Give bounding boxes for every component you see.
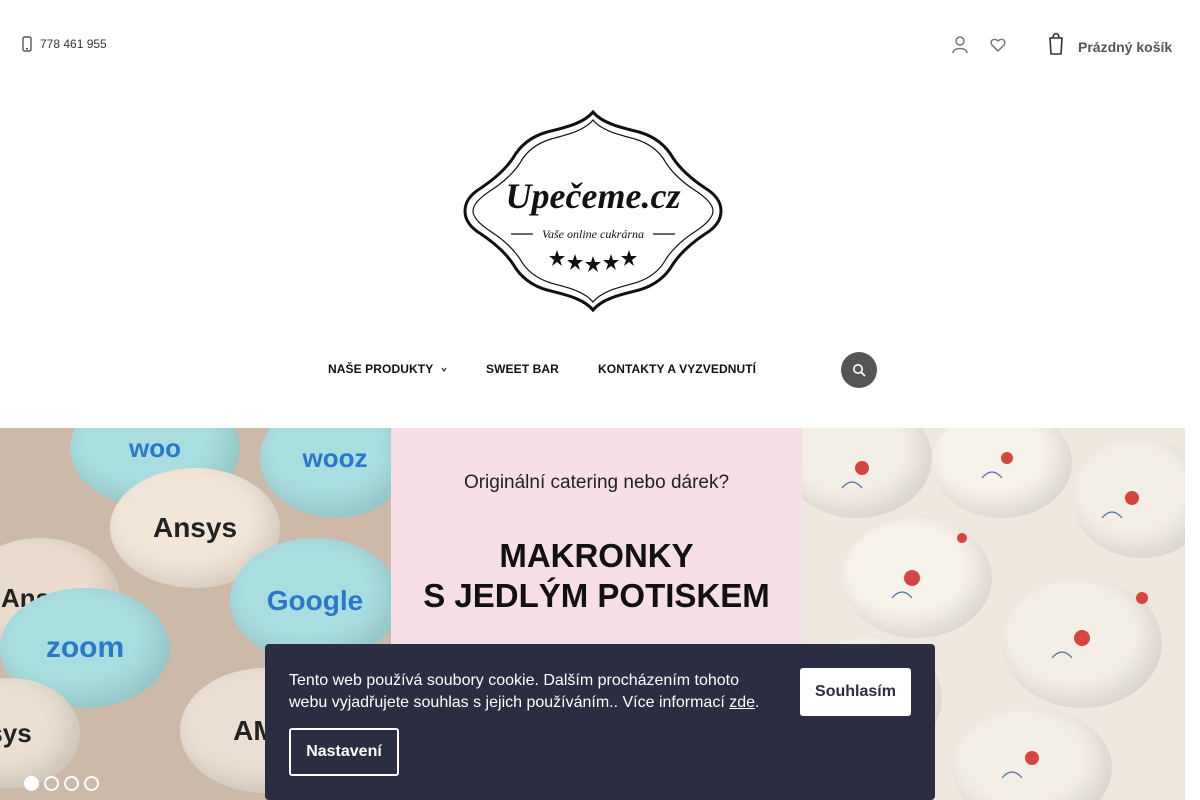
heart-icon[interactable]: [990, 36, 1006, 54]
cookie-more-link[interactable]: zde: [729, 694, 755, 711]
cookie-agree-button[interactable]: Souhlasím: [800, 668, 911, 716]
phone-link[interactable]: 778 461 955: [22, 36, 107, 52]
nav-item-label: SWEET BAR: [486, 362, 559, 376]
search-icon: [853, 364, 866, 377]
main-nav: NAŠE PRODUKTY SWEET BAR KONTAKTY A VYZVE…: [0, 352, 1200, 388]
nav-item-label: KONTAKTY A VYZVEDNUTÍ: [598, 362, 757, 376]
nav-item-contacts[interactable]: KONTAKTY A VYZVEDNUTÍ: [598, 362, 756, 376]
cookie-message: Tento web používá soubory cookie. Dalším…: [289, 672, 740, 711]
hero-subtitle: Originální catering nebo dárek?: [463, 472, 730, 493]
logo-title: Upečeme.cz: [506, 176, 681, 216]
slider-dot[interactable]: [64, 776, 79, 791]
cookie-period: .: [755, 694, 760, 711]
user-icon[interactable]: [952, 36, 968, 54]
slider-dots: [24, 776, 99, 791]
cart-icon: [1049, 32, 1063, 55]
hero-title: MAKRONKY S JEDLÝM POTISKEM: [391, 536, 802, 616]
macaron: wooz: [260, 428, 391, 518]
top-bar: 778 461 955 Prázdný košík: [0, 0, 1200, 90]
slider-dot[interactable]: [24, 776, 39, 791]
cart-button[interactable]: Prázdný košík: [1048, 30, 1172, 56]
site-logo[interactable]: Upečeme.cz Vaše online cukrárna: [463, 109, 723, 313]
hero-title-line: MAKRONKY: [499, 537, 694, 574]
hero-title-line: S JEDLÝM POTISKEM: [423, 577, 770, 614]
phone-number: 778 461 955: [40, 37, 107, 51]
nav-item-label: NAŠE PRODUKTY: [328, 362, 434, 376]
cookie-settings-button[interactable]: Nastavení: [289, 728, 399, 776]
logo-tagline: Vaše online cukrárna: [542, 227, 644, 241]
search-button[interactable]: [841, 352, 877, 388]
cookie-banner: Tento web používá soubory cookie. Dalším…: [265, 644, 935, 800]
chevron-down-icon: [441, 367, 447, 373]
account-icons: [952, 36, 1006, 54]
rating-stars-icon: [549, 250, 637, 272]
slider-dot[interactable]: [84, 776, 99, 791]
cookie-text: Tento web používá soubory cookie. Dalším…: [289, 670, 779, 714]
slider-dot[interactable]: [44, 776, 59, 791]
nav-item-products[interactable]: NAŠE PRODUKTY: [328, 362, 447, 376]
phone-icon: [22, 36, 32, 52]
nav-item-sweet-bar[interactable]: SWEET BAR: [486, 362, 559, 376]
cart-label: Prázdný košík: [1078, 39, 1173, 55]
